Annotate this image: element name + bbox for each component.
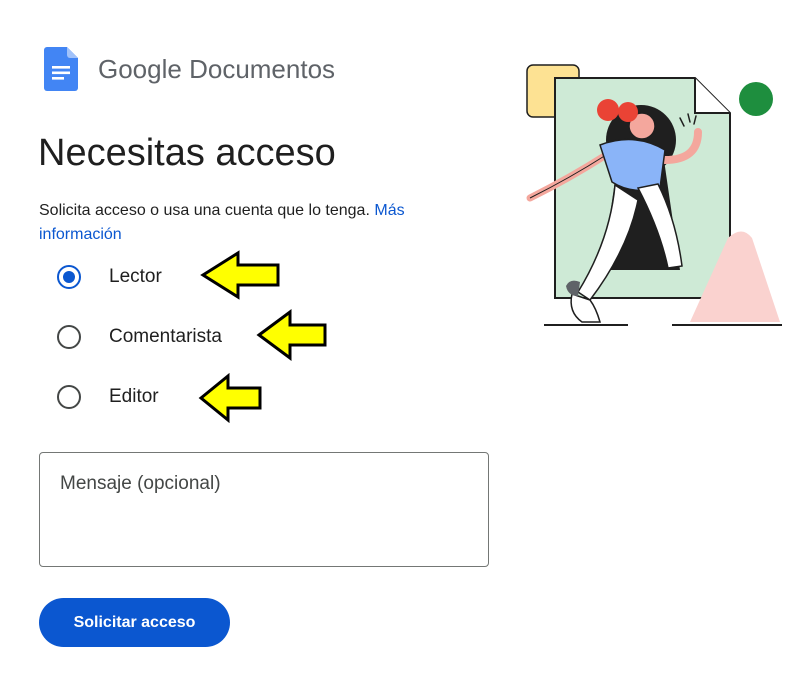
brand-name: Google Documentos [98, 46, 335, 92]
left-arrow-icon [256, 309, 327, 361]
radio-editor[interactable] [57, 385, 81, 409]
role-option-comentarista[interactable]: Comentarista [57, 324, 222, 350]
role-label-comentarista: Comentarista [109, 326, 222, 347]
message-input[interactable] [40, 453, 488, 566]
radio-selected-dot [63, 271, 75, 283]
brand-google: Google [98, 54, 182, 84]
brand-product: Documentos [189, 54, 336, 84]
role-option-editor[interactable]: Editor [57, 384, 159, 410]
radio-comentarista[interactable] [57, 325, 81, 349]
role-option-lector[interactable]: Lector [57, 264, 162, 290]
access-illustration [526, 64, 782, 326]
message-field[interactable] [39, 452, 489, 567]
description-text: Solicita acceso o usa una cuenta que lo … [39, 202, 370, 219]
access-description: Solicita acceso o usa una cuenta que lo … [39, 199, 469, 247]
role-label-lector: Lector [109, 266, 162, 287]
role-label-editor: Editor [109, 386, 159, 407]
radio-lector[interactable] [57, 265, 81, 289]
request-access-button[interactable]: Solicitar acceso [39, 598, 230, 647]
left-arrow-icon [200, 250, 280, 300]
app-logo: Google Documentos [44, 46, 335, 92]
left-arrow-icon [198, 373, 262, 423]
page-title: Necesitas acceso [38, 132, 336, 174]
google-docs-icon [44, 47, 78, 91]
